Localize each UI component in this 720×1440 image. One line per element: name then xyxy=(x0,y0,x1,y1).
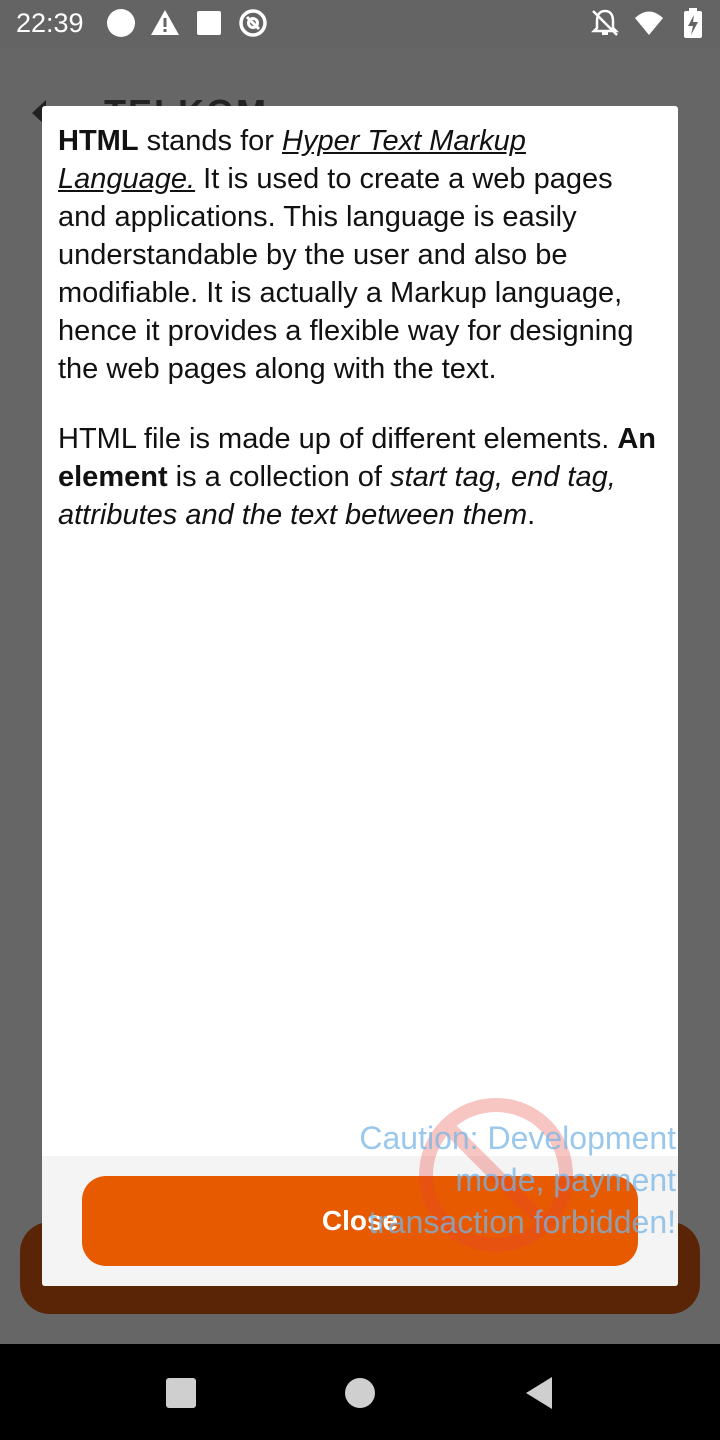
close-button[interactable]: Close xyxy=(82,1176,638,1266)
at-icon xyxy=(238,8,268,38)
text-period: . xyxy=(527,499,536,531)
recents-icon[interactable] xyxy=(164,1376,198,1410)
back-icon[interactable] xyxy=(522,1376,556,1410)
wifi-icon xyxy=(634,8,664,38)
status-time: 22:39 xyxy=(16,8,84,38)
status-bar: 22:39 xyxy=(0,0,720,48)
bold-html: HTML xyxy=(58,125,139,157)
square-icon xyxy=(194,8,224,38)
text-stands-for: stands for xyxy=(138,125,282,157)
text-made-up: HTML file is made up of different elemen… xyxy=(58,423,618,455)
battery-charging-icon xyxy=(678,8,708,38)
text-description: It is used to create a web pages and app… xyxy=(58,163,634,385)
dialog-content: HTML stands for Hyper Text Markup Langua… xyxy=(58,122,662,566)
circle-icon xyxy=(106,8,136,38)
notifications-off-icon xyxy=(590,8,620,38)
status-left-icons xyxy=(106,8,268,38)
home-icon[interactable] xyxy=(343,1376,377,1410)
paragraph-html-elements: HTML file is made up of different elemen… xyxy=(58,420,662,534)
info-dialog: HTML stands for Hyper Text Markup Langua… xyxy=(42,106,678,1286)
dialog-footer: Close xyxy=(42,1156,678,1286)
text-collection: is a collection of xyxy=(167,461,391,493)
warning-icon xyxy=(150,8,180,38)
paragraph-html-definition: HTML stands for Hyper Text Markup Langua… xyxy=(58,122,662,388)
status-right-icons xyxy=(590,8,708,38)
system-nav-bar xyxy=(0,1344,720,1440)
